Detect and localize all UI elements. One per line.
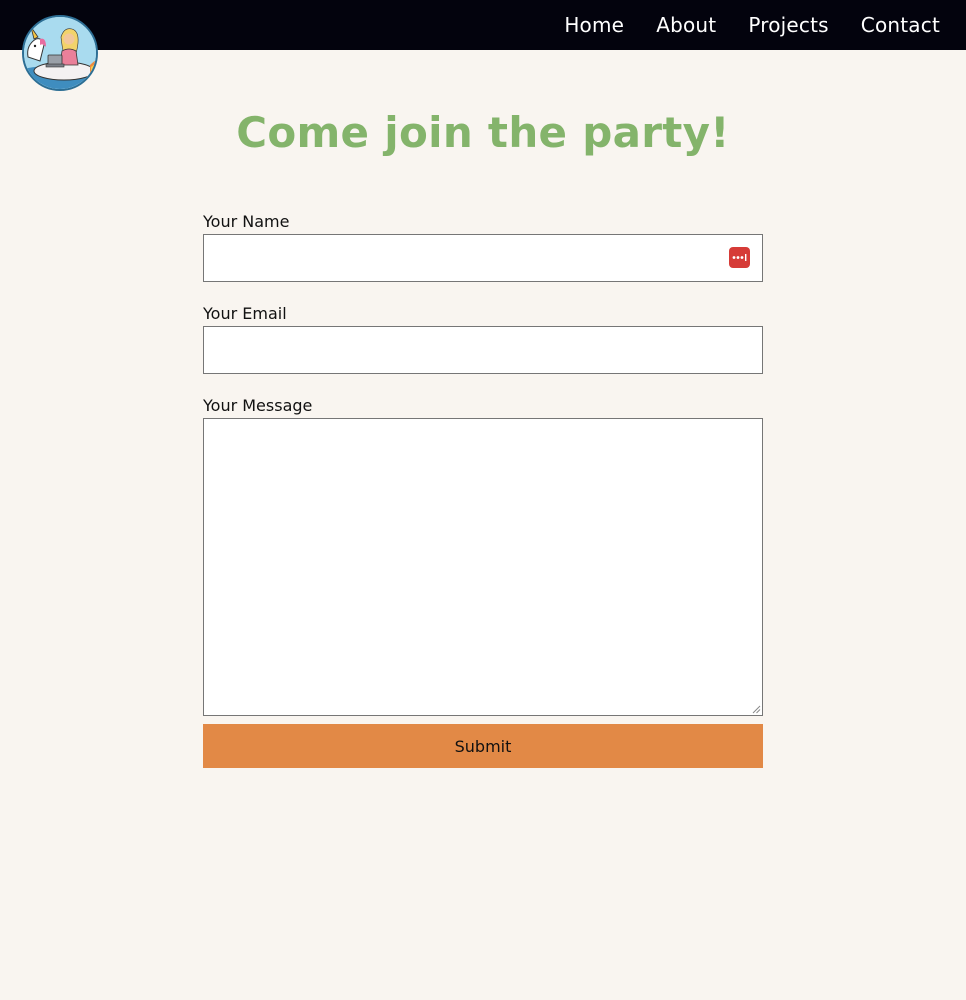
nav-link-projects[interactable]: Projects: [748, 13, 828, 37]
name-input[interactable]: [203, 234, 763, 282]
email-input[interactable]: [203, 326, 763, 374]
nav-link-contact[interactable]: Contact: [861, 13, 940, 37]
submit-button[interactable]: Submit: [203, 724, 763, 768]
nav-menu: Home About Projects Contact: [564, 0, 940, 50]
name-label: Your Name: [203, 212, 290, 231]
name-field-group: Your Name: [203, 210, 763, 282]
email-field-group: Your Email: [203, 302, 763, 374]
logo-avatar[interactable]: [22, 15, 98, 91]
nav-link-about[interactable]: About: [656, 13, 716, 37]
dots-icon: [732, 254, 747, 261]
email-label: Your Email: [203, 304, 287, 323]
page-title: Come join the party!: [236, 108, 730, 157]
message-label: Your Message: [203, 396, 313, 415]
nav-link-home[interactable]: Home: [564, 13, 624, 37]
message-textarea[interactable]: [203, 418, 763, 716]
top-navbar: Home About Projects Contact: [0, 0, 966, 91]
message-field-group: Your Message: [203, 394, 763, 716]
password-manager-icon[interactable]: [729, 247, 750, 268]
resize-handle-icon[interactable]: [751, 704, 761, 714]
unicorn-float-avatar-icon: [24, 17, 96, 89]
